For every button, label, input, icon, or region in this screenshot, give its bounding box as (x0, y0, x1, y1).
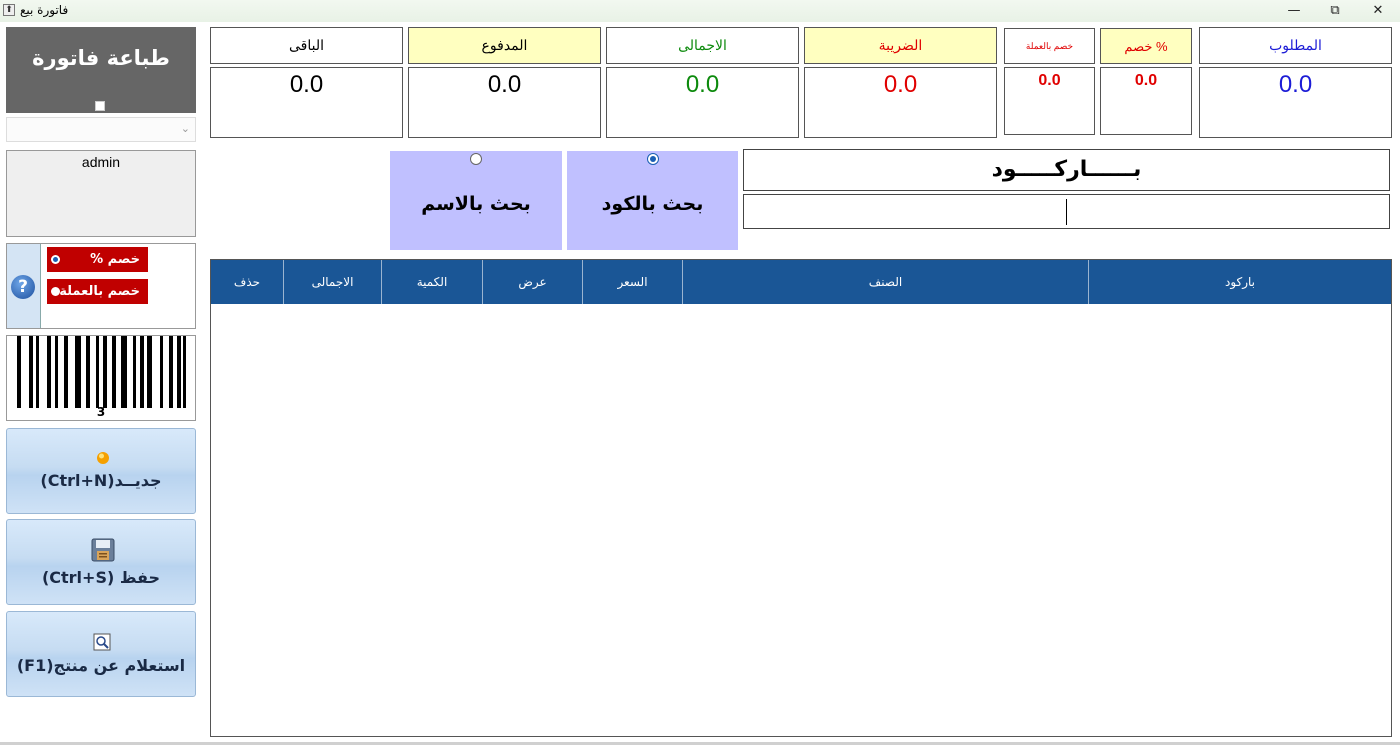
discount-currency-option-label: خصم بالعملة (59, 284, 140, 299)
radio-icon[interactable] (51, 287, 60, 296)
save-label: (Ctrl+S) حفظ (41, 568, 161, 587)
tax-value[interactable]: 0.0 (804, 67, 997, 138)
total-value[interactable]: 0.0 (606, 67, 799, 138)
invoice-items-table[interactable]: باركود الصنف السعر عرض الكمية الاجمالى ح… (210, 259, 1392, 737)
product-inquiry-button[interactable]: (F1)استعلام عن منتج (6, 611, 196, 697)
new-invoice-label: (Ctrl+N)جديــد (40, 471, 162, 490)
discount-currency-value[interactable]: 0.0 (1004, 67, 1095, 135)
discount-currency-option[interactable]: خصم بالعملة (47, 279, 148, 304)
column-header-quantity[interactable]: الكمية (381, 260, 482, 304)
window-title: فاتورة بيع (20, 3, 69, 17)
required-value[interactable]: 0.0 (1199, 67, 1392, 138)
paid-value[interactable]: 0.0 (408, 67, 601, 138)
save-button[interactable]: (Ctrl+S) حفظ (6, 519, 196, 605)
title-bar (0, 0, 1400, 22)
column-header-price[interactable]: السعر (582, 260, 682, 304)
help-icon: ? (11, 275, 35, 299)
discount-percent-label: خصم % (1100, 28, 1192, 64)
radio-icon[interactable] (470, 153, 482, 165)
remaining-value[interactable]: 0.0 (210, 67, 403, 138)
column-header-item[interactable]: الصنف (682, 260, 1088, 304)
discount-currency-label: خصم بالعملة (1004, 28, 1095, 64)
product-inquiry-label: (F1)استعلام عن منتج (16, 656, 186, 675)
search-by-code-label: بحث بالكود (601, 193, 704, 215)
total-label: الاجمالى (606, 27, 799, 64)
discount-percent-value[interactable]: 0.0 (1100, 67, 1192, 135)
required-label: المطلوب (1199, 27, 1392, 64)
barcode-image: 3 (6, 335, 196, 421)
user-name: admin (81, 154, 121, 170)
app-icon[interactable]: ⬆ (3, 4, 15, 16)
text-caret (1066, 199, 1067, 225)
restore-icon[interactable]: ⧉ (1315, 0, 1355, 22)
barcode-icon (17, 336, 186, 408)
barcode-field-title: بــــــاركـــــود (743, 149, 1390, 191)
remaining-label: الباقى (210, 27, 403, 64)
tax-label: الضريبة (804, 27, 997, 64)
save-icon (91, 538, 115, 562)
discount-percent-option-label: % خصم (90, 252, 140, 267)
discount-type-box: ? % خصم خصم بالعملة (6, 243, 196, 329)
inquiry-icon (93, 633, 111, 651)
column-header-total[interactable]: الاجمالى (283, 260, 381, 304)
column-header-delete[interactable]: حذف (211, 260, 283, 304)
chevron-down-icon: ⌄ (180, 122, 190, 135)
column-header-offer[interactable]: عرض (482, 260, 582, 304)
table-header: باركود الصنف السعر عرض الكمية الاجمالى ح… (211, 260, 1391, 304)
new-icon (97, 452, 109, 464)
search-by-name-option[interactable]: بحث بالاسم (390, 151, 562, 250)
minimize-icon[interactable]: — (1274, 0, 1314, 22)
discount-percent-option[interactable]: % خصم (47, 247, 148, 272)
close-icon[interactable]: ✕ (1358, 0, 1398, 22)
user-box: admin (6, 150, 196, 237)
radio-icon[interactable] (647, 153, 659, 165)
print-invoice-button[interactable]: طباعة فاتورة (6, 27, 196, 113)
search-by-name-label: بحث بالاسم (421, 193, 531, 215)
new-invoice-button[interactable]: (Ctrl+N)جديــد (6, 428, 196, 514)
radio-icon[interactable] (51, 255, 60, 264)
barcode-number: 3 (96, 405, 106, 419)
printer-combo[interactable]: ⌄ (6, 117, 196, 142)
column-header-barcode[interactable]: باركود (1088, 260, 1391, 304)
search-by-code-option[interactable]: بحث بالكود (567, 151, 738, 250)
help-button[interactable]: ? (7, 244, 41, 328)
print-checkbox[interactable] (95, 101, 105, 111)
print-invoice-label: طباعة فاتورة (32, 46, 170, 70)
paid-label: المدفوع (408, 27, 601, 64)
